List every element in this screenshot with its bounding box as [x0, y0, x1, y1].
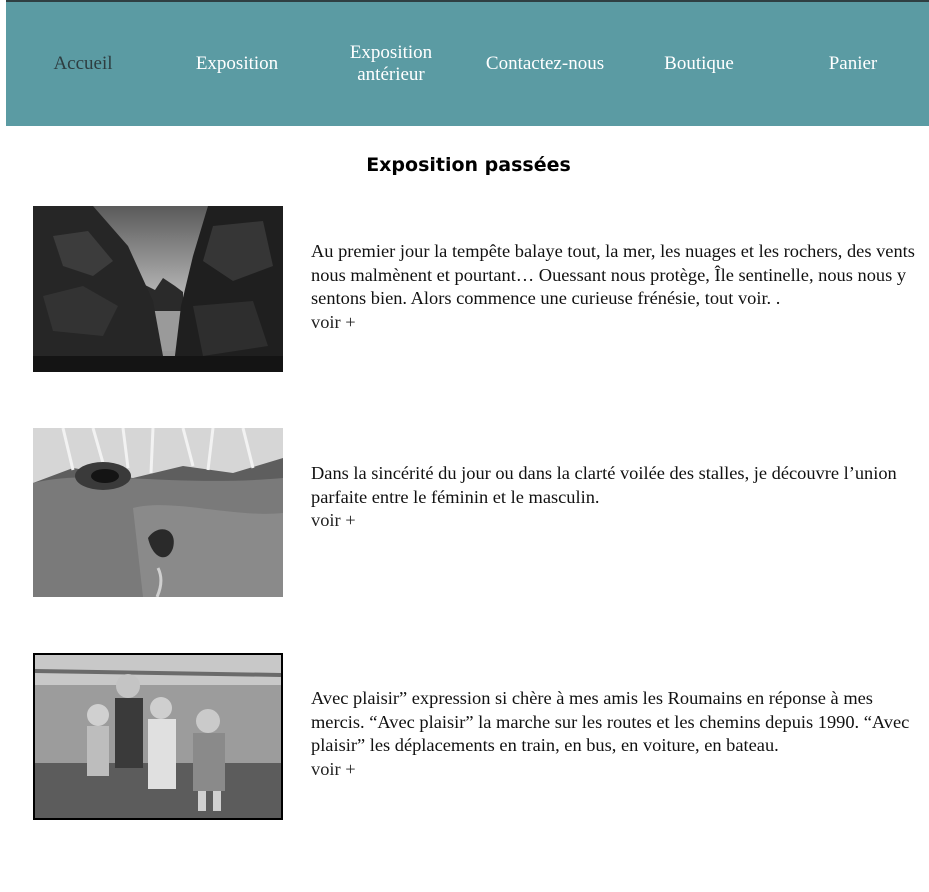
- exhibition-photo-horse[interactable]: [33, 428, 283, 597]
- voir-plus-link[interactable]: voir +: [311, 758, 926, 782]
- exhibition-item-ouessant: Au premier jour la tempête balaye tout, …: [33, 206, 929, 372]
- exhibition-description: Avec plaisir” expression si chère à mes …: [311, 687, 926, 781]
- exhibition-text: Avec plaisir” expression si chère à mes …: [311, 688, 910, 755]
- nav-exposition-anterieur[interactable]: Exposition antérieur: [326, 2, 456, 126]
- exhibition-item-roumanie: Avec plaisir” expression si chère à mes …: [33, 653, 929, 820]
- exhibition-description: Dans la sincérité du jour ou dans la cla…: [311, 462, 926, 533]
- voir-plus-link[interactable]: voir +: [311, 509, 926, 533]
- nav-accueil[interactable]: Accueil: [18, 2, 148, 126]
- exhibition-text: Dans la sincérité du jour ou dans la cla…: [311, 463, 897, 507]
- nav-panier[interactable]: Panier: [788, 2, 918, 126]
- nav-boutique[interactable]: Boutique: [634, 2, 764, 126]
- nav-contactez-nous[interactable]: Contactez-nous: [470, 2, 620, 126]
- main-navigation: Accueil Exposition Exposition antérieur …: [6, 2, 929, 126]
- exhibition-photo-children[interactable]: [33, 653, 283, 820]
- exhibition-description: Au premier jour la tempête balaye tout, …: [311, 240, 926, 334]
- exhibition-text: Au premier jour la tempête balaye tout, …: [311, 241, 915, 308]
- nav-exposition[interactable]: Exposition: [172, 2, 302, 126]
- exhibition-photo-rocks[interactable]: [33, 206, 283, 372]
- page-title: Exposition passées: [366, 154, 571, 176]
- voir-plus-link[interactable]: voir +: [311, 311, 926, 335]
- exhibition-item-chevaux: Dans la sincérité du jour ou dans la cla…: [33, 428, 929, 597]
